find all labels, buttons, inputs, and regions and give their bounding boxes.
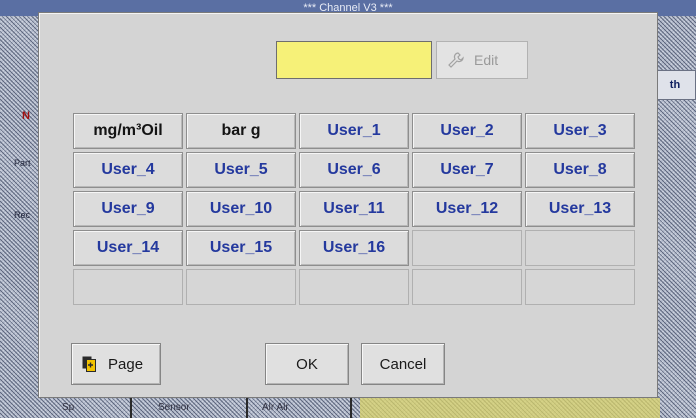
empty-unit-slot (525, 230, 635, 266)
bg-fragment-n: N (22, 110, 30, 122)
bg-divider (130, 398, 132, 418)
ok-button[interactable]: OK (265, 343, 349, 385)
unit-button[interactable]: User_4 (73, 152, 183, 188)
unit-button[interactable]: User_7 (412, 152, 522, 188)
bg-fragment-rec: Rec (14, 210, 31, 220)
cancel-button[interactable]: Cancel (361, 343, 445, 385)
unit-button[interactable]: User_5 (186, 152, 296, 188)
unit-button[interactable]: User_9 (73, 191, 183, 227)
bg-right-button[interactable]: th (654, 70, 696, 100)
unit-button[interactable]: User_15 (186, 230, 296, 266)
unit-button[interactable]: User_16 (299, 230, 409, 266)
unit-button[interactable]: User_10 (186, 191, 296, 227)
unit-button[interactable]: User_2 (412, 113, 522, 149)
unit-button[interactable]: User_6 (299, 152, 409, 188)
empty-unit-slot (186, 269, 296, 305)
bg-bottom-label: Sp (62, 402, 75, 413)
unit-button[interactable]: User_1 (299, 113, 409, 149)
unit-button[interactable]: bar g (186, 113, 296, 149)
wrench-icon (448, 52, 464, 68)
unit-button[interactable]: User_11 (299, 191, 409, 227)
bg-bottom-label: Alr Alr (262, 402, 289, 413)
empty-unit-slot (412, 230, 522, 266)
unit-button[interactable]: User_12 (412, 191, 522, 227)
bg-bottom-strip (360, 398, 660, 418)
bg-divider (350, 398, 352, 418)
unit-grid: mg/m³Oil bar g User_1 User_2 User_3 User_4 Use… (73, 113, 635, 305)
page-switch-icon (82, 356, 96, 372)
edit-label: Edit (474, 52, 499, 68)
empty-unit-slot (299, 269, 409, 305)
edit-button[interactable]: Edit (436, 41, 528, 79)
empty-unit-slot (73, 269, 183, 305)
bg-bottom-label: Sensor (158, 402, 190, 413)
unit-button[interactable]: mg/m³Oil (73, 113, 183, 149)
page-label: Page (108, 355, 144, 373)
page-button[interactable]: Page (71, 343, 161, 385)
empty-unit-slot (412, 269, 522, 305)
unit-button[interactable]: User_8 (525, 152, 635, 188)
unit-button[interactable]: User_13 (525, 191, 635, 227)
unit-button[interactable]: User_3 (525, 113, 635, 149)
empty-unit-slot (525, 269, 635, 305)
unit-name-input[interactable] (276, 41, 432, 79)
unit-select-dialog: Edit mg/m³Oil bar g User_1 User_2 User_3 User… (38, 12, 658, 398)
unit-button[interactable]: User_14 (73, 230, 183, 266)
bg-fragment-part: Part (14, 158, 31, 168)
bg-divider (246, 398, 248, 418)
